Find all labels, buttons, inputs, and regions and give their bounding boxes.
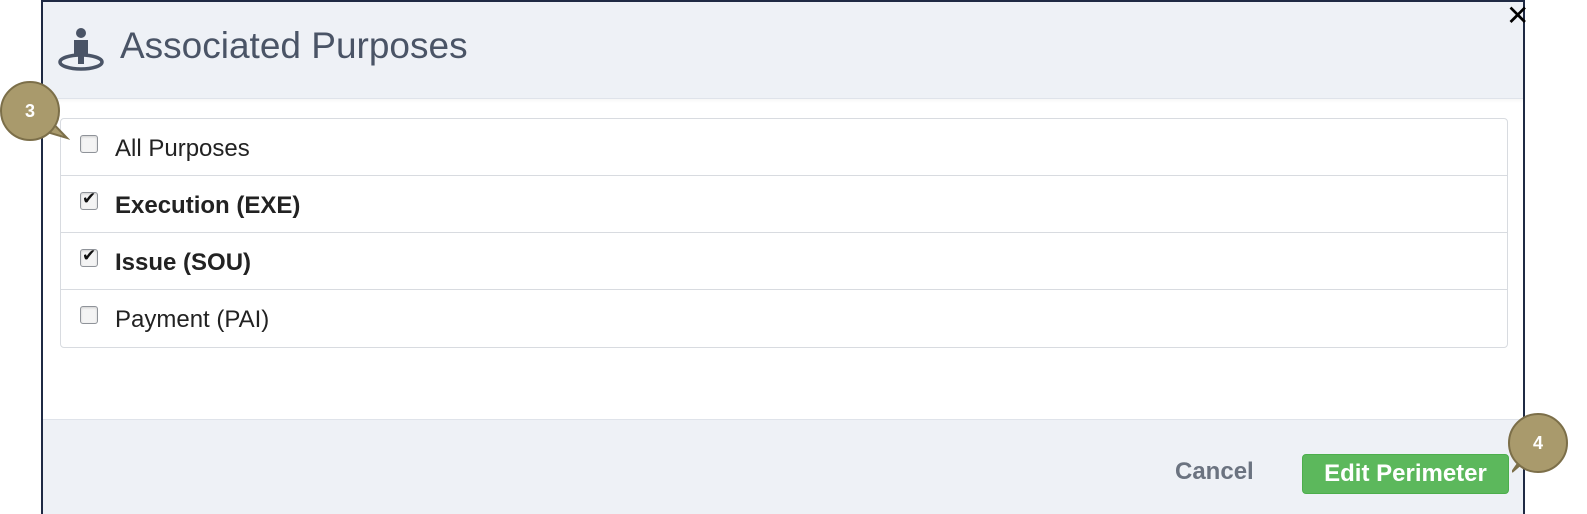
purpose-checkbox-pai[interactable] [80, 306, 98, 324]
close-icon[interactable]: ✕ [1506, 2, 1529, 30]
associated-purposes-dialog: Associated Purposes All Purposes ✔ Execu… [41, 0, 1525, 514]
purpose-label: Issue (SOU) [115, 249, 252, 276]
check-mark-icon: ✔ [82, 189, 97, 208]
list-item[interactable]: ✔ Issue (SOU) [61, 233, 1507, 290]
dialog-title: Associated Purposes [120, 25, 468, 66]
person-location-icon [58, 28, 104, 71]
dialog-footer: Cancel Edit Perimeter [43, 419, 1523, 514]
annotation-badge-4: 4 [1508, 413, 1568, 473]
purpose-checkbox-all[interactable] [80, 135, 98, 153]
purpose-checkbox-sou[interactable]: ✔ [80, 246, 98, 267]
purpose-label: Execution (EXE) [115, 192, 301, 219]
purpose-label: Payment (PAI) [115, 306, 270, 333]
annotation-badge-3: 3 [0, 81, 60, 141]
purposes-list: All Purposes ✔ Execution (EXE) ✔ Issue (… [60, 118, 1508, 348]
list-item[interactable]: All Purposes [61, 119, 1507, 176]
check-mark-icon: ✔ [82, 246, 97, 265]
list-item[interactable]: ✔ Execution (EXE) [61, 176, 1507, 233]
dialog-header: Associated Purposes [43, 2, 1523, 99]
purpose-checkbox-exe[interactable]: ✔ [80, 189, 98, 210]
list-item[interactable]: Payment (PAI) [61, 290, 1507, 347]
edit-perimeter-button[interactable]: Edit Perimeter [1302, 454, 1509, 494]
cancel-button[interactable]: Cancel [1175, 458, 1254, 486]
purpose-label: All Purposes [115, 135, 250, 162]
